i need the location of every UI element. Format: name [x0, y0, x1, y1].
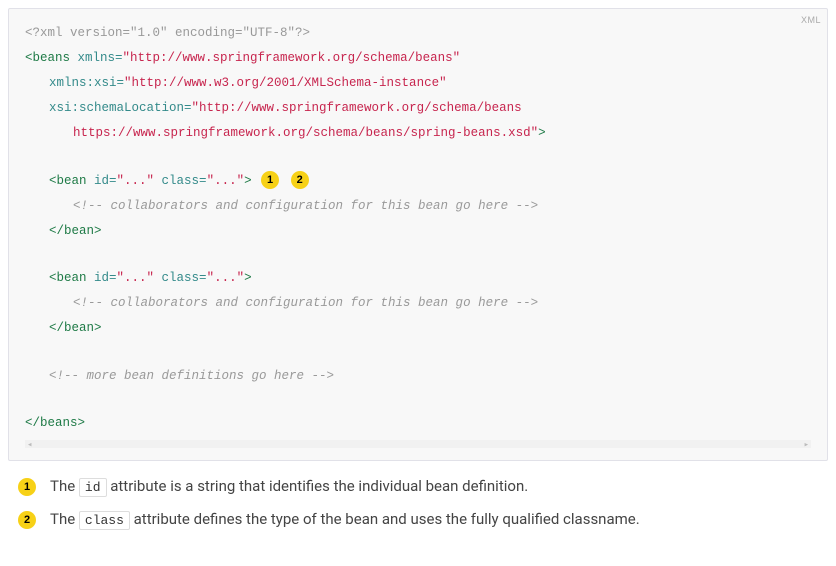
callout-item-2: 2 The class attribute defines the type o…: [16, 508, 828, 531]
horizontal-scrollbar[interactable]: [25, 440, 811, 448]
xml-prolog: <?xml version="1.0" encoding="UTF-8"?>: [25, 26, 310, 40]
blank-line: [25, 389, 811, 412]
callout-item-1: 1 The id attribute is a string that iden…: [16, 475, 828, 498]
code-line: <bean id="..." class="..."> 1 2: [25, 169, 811, 194]
code-line: </beans>: [25, 411, 811, 436]
callout-badge-1: 1: [18, 478, 36, 496]
callout-text-1: The id attribute is a string that identi…: [50, 475, 828, 498]
code-line: <?xml version="1.0" encoding="UTF-8"?>: [25, 21, 811, 46]
blank-line: [25, 146, 811, 169]
callout-list: 1 The id attribute is a string that iden…: [8, 475, 828, 530]
inline-code-class: class: [79, 511, 130, 530]
code-line: <!-- collaborators and configuration for…: [25, 194, 811, 219]
code-line: https://www.springframework.org/schema/b…: [25, 121, 811, 146]
code-line: </bean>: [25, 316, 811, 341]
callout-marker-1[interactable]: 1: [261, 171, 279, 189]
code-block: XML <?xml version="1.0" encoding="UTF-8"…: [8, 8, 828, 461]
callout-badge-2: 2: [18, 511, 36, 529]
callout-text-2: The class attribute defines the type of …: [50, 508, 828, 531]
blank-line: [25, 244, 811, 267]
code-line: </bean>: [25, 219, 811, 244]
language-label: XML: [801, 11, 821, 29]
code-line: <!-- collaborators and configuration for…: [25, 291, 811, 316]
callout-marker-2[interactable]: 2: [291, 171, 309, 189]
code-line: <bean id="..." class="...">: [25, 266, 811, 291]
blank-line: [25, 341, 811, 364]
inline-code-id: id: [79, 478, 107, 497]
code-line: <!-- more bean definitions go here -->: [25, 364, 811, 389]
code-line: <beans xmlns="http://www.springframework…: [25, 46, 811, 71]
code-line: xmlns:xsi="http://www.w3.org/2001/XMLSch…: [25, 71, 811, 96]
code-line: xsi:schemaLocation="http://www.springfra…: [25, 96, 811, 121]
